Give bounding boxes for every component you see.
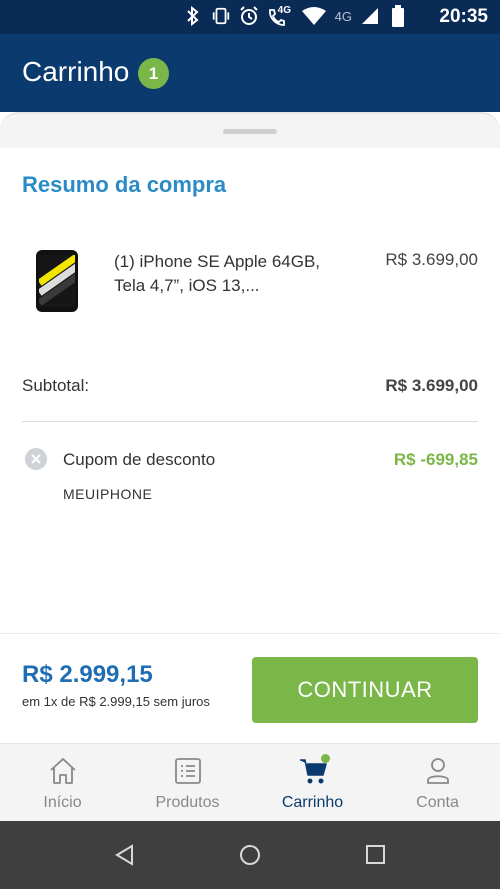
tab-label: Carrinho bbox=[281, 794, 344, 811]
call-4g-icon: 4G bbox=[267, 5, 293, 26]
status-bar: 4G 4G 20:35 bbox=[0, 0, 500, 34]
call-4g-label: 4G bbox=[277, 5, 291, 16]
alarm-icon bbox=[239, 6, 259, 26]
vibrate-icon bbox=[211, 6, 231, 26]
coupon-code: MEUIPHONE bbox=[63, 486, 153, 502]
tab-label: Produtos bbox=[155, 794, 220, 811]
network-type-label: 4G bbox=[334, 8, 352, 24]
clock: 20:35 bbox=[439, 6, 488, 27]
cart-item[interactable]: (1) iPhone SE Apple 64GB, Tela 4,7”, iOS… bbox=[22, 246, 482, 318]
list-icon bbox=[173, 756, 203, 786]
cart-icon bbox=[298, 754, 330, 786]
coupon-discount-value: R$ -699,85 bbox=[393, 450, 478, 469]
home-button[interactable] bbox=[237, 843, 263, 867]
system-nav-bar bbox=[0, 821, 500, 889]
bluetooth-icon bbox=[183, 6, 203, 26]
section-title: Resumo da compra bbox=[22, 172, 227, 197]
tab-conta[interactable]: Conta bbox=[375, 744, 500, 821]
product-image bbox=[36, 250, 78, 312]
bottom-sheet-top bbox=[0, 112, 500, 148]
continue-button[interactable]: CONTINUAR bbox=[252, 657, 478, 723]
coupon-label: Cupom de desconto bbox=[63, 450, 216, 469]
app-header: Carrinho 1 bbox=[0, 34, 500, 112]
divider bbox=[22, 421, 478, 422]
product-price: R$ 3.699,00 bbox=[385, 250, 478, 269]
close-icon bbox=[31, 454, 41, 464]
cart-notification-dot bbox=[320, 754, 330, 763]
remove-coupon-button[interactable] bbox=[25, 448, 47, 470]
subtotal-label: Subtotal: bbox=[22, 376, 90, 395]
page-title: Carrinho bbox=[22, 56, 130, 87]
recents-square-icon bbox=[366, 845, 385, 864]
tab-label: Início bbox=[43, 794, 82, 811]
total-bar: R$ 2.999,15 em 1x de R$ 2.999,15 sem jur… bbox=[0, 633, 500, 743]
drag-handle[interactable] bbox=[223, 129, 277, 134]
tab-produtos[interactable]: Produtos bbox=[125, 744, 250, 821]
product-image-screen bbox=[39, 255, 75, 307]
total-amount: R$ 2.999,15 bbox=[22, 661, 153, 688]
tab-carrinho[interactable]: Carrinho bbox=[250, 744, 375, 821]
battery-icon bbox=[388, 5, 408, 27]
tab-label: Conta bbox=[416, 794, 459, 811]
signal-icon bbox=[360, 6, 380, 26]
tab-inicio[interactable]: Início bbox=[0, 744, 125, 821]
status-icons: 4G 4G bbox=[183, 5, 408, 27]
product-name: (1) iPhone SE Apple 64GB, Tela 4,7”, iOS… bbox=[114, 252, 321, 295]
home-circle-icon bbox=[240, 845, 260, 865]
recents-button[interactable] bbox=[362, 843, 388, 867]
cart-count-badge: 1 bbox=[138, 58, 169, 89]
subtotal-value: R$ 3.699,00 bbox=[385, 376, 478, 395]
home-icon bbox=[48, 756, 78, 786]
user-icon bbox=[423, 756, 453, 786]
wifi-icon bbox=[301, 6, 327, 26]
bottom-tab-bar: Início Produtos Carrinho Conta bbox=[0, 743, 500, 821]
back-triangle-icon bbox=[115, 844, 133, 866]
back-button[interactable] bbox=[112, 843, 138, 867]
installments-text: em 1x de R$ 2.999,15 sem juros bbox=[22, 694, 210, 709]
